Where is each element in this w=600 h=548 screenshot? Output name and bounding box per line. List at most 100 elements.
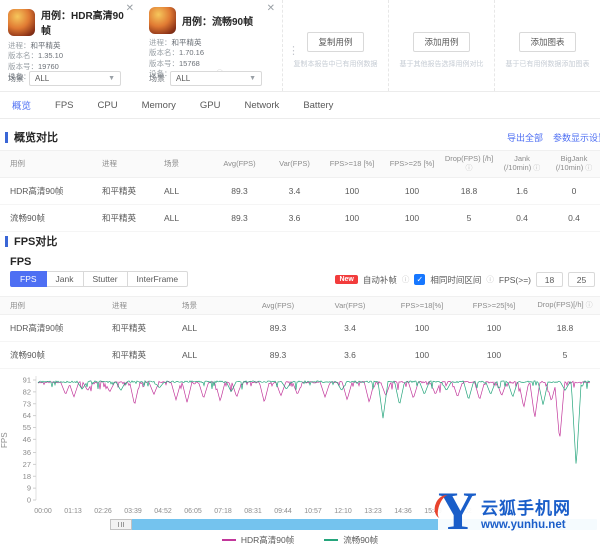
cell: 流畅90帧 (0, 341, 110, 369)
overview-section-title: 概览对比 (5, 129, 58, 145)
cell: 18.8 (442, 177, 496, 206)
game-app-icon (8, 8, 35, 36)
cell: ALL (180, 341, 242, 369)
fps-threshold-input-2[interactable] (568, 272, 595, 287)
fps-seg-Jank[interactable]: Jank (46, 271, 84, 287)
info-icon[interactable]: ⓘ (486, 274, 494, 285)
case-title: 用例：HDR高清90帧 (41, 11, 124, 37)
cell: 0.4 (548, 204, 600, 233)
cell: 0.4 (496, 204, 548, 233)
header-cell: Avg(FPS) (242, 296, 314, 315)
fps-table: 用例 进程 场景 Avg(FPS) Var(FPS) FPS>=18[%] FPS>=25[… (0, 296, 600, 369)
svg-text:64: 64 (23, 411, 31, 420)
header-cell: Drop(FPS)[/h] ⓘ (530, 296, 600, 315)
overview-table: 用例 进程 场景 Avg(FPS) Var(FPS) FPS>=18 [%] FPS>=25… (0, 149, 600, 233)
case-title: 用例：流畅90帧 (182, 17, 254, 28)
table-row: 流畅90帧 和平精英 ALL 89.3 3.6 100 100 5 0.4 0.4 (0, 204, 600, 233)
cell: 89.3 (242, 314, 314, 342)
tab-Network[interactable]: Network (244, 100, 279, 111)
cell: 89.3 (212, 177, 267, 206)
svg-text:06:05: 06:05 (184, 508, 202, 515)
copy-case-caption: 复制本报告中已有用例数据 (293, 61, 378, 68)
fps-seg-FPS[interactable]: FPS (10, 271, 47, 287)
svg-text:07:18: 07:18 (214, 508, 232, 515)
watermark: Y 云狐手机网 www.yunhu.net (438, 479, 598, 545)
svg-text:10:57: 10:57 (304, 508, 322, 515)
cell: 3.4 (314, 314, 386, 342)
case-header: 用例：HDR高清90帧 (8, 7, 133, 37)
svg-text:09:44: 09:44 (274, 508, 292, 515)
overview-links: 导出全部参数显示设置 (507, 131, 600, 144)
scene-select[interactable]: ALL ▼ (170, 71, 262, 86)
checkbox-label: 相同时间区间 (430, 274, 482, 285)
range-slider-handle[interactable] (110, 519, 132, 530)
info-icon[interactable]: ⓘ (402, 274, 410, 285)
cell: 89.3 (242, 341, 314, 369)
cell: 100 (322, 177, 382, 206)
svg-text:FPS: FPS (0, 432, 9, 448)
same-range-checkbox[interactable]: ✓ (414, 274, 426, 285)
header-cell: FPS>=18[%] (386, 296, 458, 315)
tab-概览[interactable]: 概览 (12, 98, 31, 112)
svg-text:00:00: 00:00 (34, 508, 52, 515)
svg-text:02:26: 02:26 (94, 508, 112, 515)
svg-text:12:10: 12:10 (334, 508, 352, 515)
scene-row: 场景 ALL ▼ (8, 71, 121, 86)
param-display-link[interactable]: 参数显示设置 (553, 133, 600, 143)
header-cell: Avg(FPS) (212, 149, 267, 179)
svg-text:08:31: 08:31 (244, 508, 262, 515)
svg-text:36: 36 (23, 448, 31, 457)
cell: 0 (548, 177, 600, 206)
chevron-down-icon: ▼ (108, 75, 115, 82)
cell: 100 (382, 177, 442, 206)
scene-row: 场景 ALL ▼ (149, 71, 262, 86)
cell: HDR高清90帧 (0, 177, 100, 206)
tab-FPS[interactable]: FPS (55, 100, 73, 111)
copy-case-button[interactable]: 复制用例 (307, 32, 364, 52)
fps-threshold-input-1[interactable] (536, 272, 563, 287)
svg-text:46: 46 (23, 435, 31, 444)
new-badge: New (335, 275, 358, 284)
legend-item[interactable]: 流畅90帧 (324, 534, 378, 546)
cell: 100 (386, 341, 458, 369)
cell: 5 (442, 204, 496, 233)
header-cell: 场景 (180, 296, 242, 315)
cell: 3.4 (267, 177, 322, 206)
header-cell: 进程 (110, 296, 180, 315)
watermark-text: 云狐手机网 www.yunhu.net (481, 498, 571, 531)
tab-Memory[interactable]: Memory (142, 100, 176, 111)
tab-GPU[interactable]: GPU (200, 100, 221, 111)
cell: 18.8 (530, 314, 600, 342)
cell: 3.6 (267, 204, 322, 233)
legend-item[interactable]: HDR高清90帧 (221, 534, 294, 546)
cell: ALL (162, 204, 212, 233)
table-row: HDR高清90帧 和平精英 ALL 89.3 3.4 100 100 18.8 1.6 0 (0, 177, 600, 206)
tab-Battery[interactable]: Battery (303, 100, 333, 111)
fps-seg-Stutter[interactable]: Stutter (83, 271, 128, 287)
fps-chart-controls: New 自动补帧 ⓘ ✓ 相同时间区间 ⓘ FPS(>=) (335, 272, 595, 287)
header-cell: FPS>=18 [%] (322, 149, 382, 179)
header-cell: 进程 (100, 149, 162, 179)
svg-text:0: 0 (27, 496, 31, 505)
close-icon[interactable]: ✕ (126, 3, 134, 14)
svg-text:01:13: 01:13 (64, 508, 82, 515)
fps-seg-InterFrame[interactable]: InterFrame (127, 271, 189, 287)
export-all-link[interactable]: 导出全部 (507, 133, 543, 143)
scene-select[interactable]: ALL ▼ (29, 71, 121, 86)
header-cell: 用例 (0, 149, 100, 179)
svg-text:18: 18 (23, 472, 31, 481)
add-case-button[interactable]: 添加用例 (413, 32, 470, 52)
add-chart-button[interactable]: 添加图表 (519, 32, 576, 52)
more-options-icon[interactable]: ⋮ (288, 44, 299, 57)
tab-CPU[interactable]: CPU (98, 100, 118, 111)
cell: 89.3 (212, 204, 267, 233)
cell: 100 (322, 204, 382, 233)
chevron-down-icon: ▼ (249, 75, 256, 82)
close-icon[interactable]: ✕ (267, 3, 275, 14)
svg-text:55: 55 (23, 423, 31, 432)
header-cell: Var(FPS) (314, 296, 386, 315)
header-cell: BigJank (/10min) ⓘ (548, 149, 600, 179)
case-card-hdr: ✕ 用例：HDR高清90帧 进程：和平精英 版本名：1.35.10 版本号：19… (0, 0, 141, 91)
section-accent-bar (5, 235, 8, 247)
add-chart-caption: 基于已有用例数据添加图表 (505, 61, 590, 68)
